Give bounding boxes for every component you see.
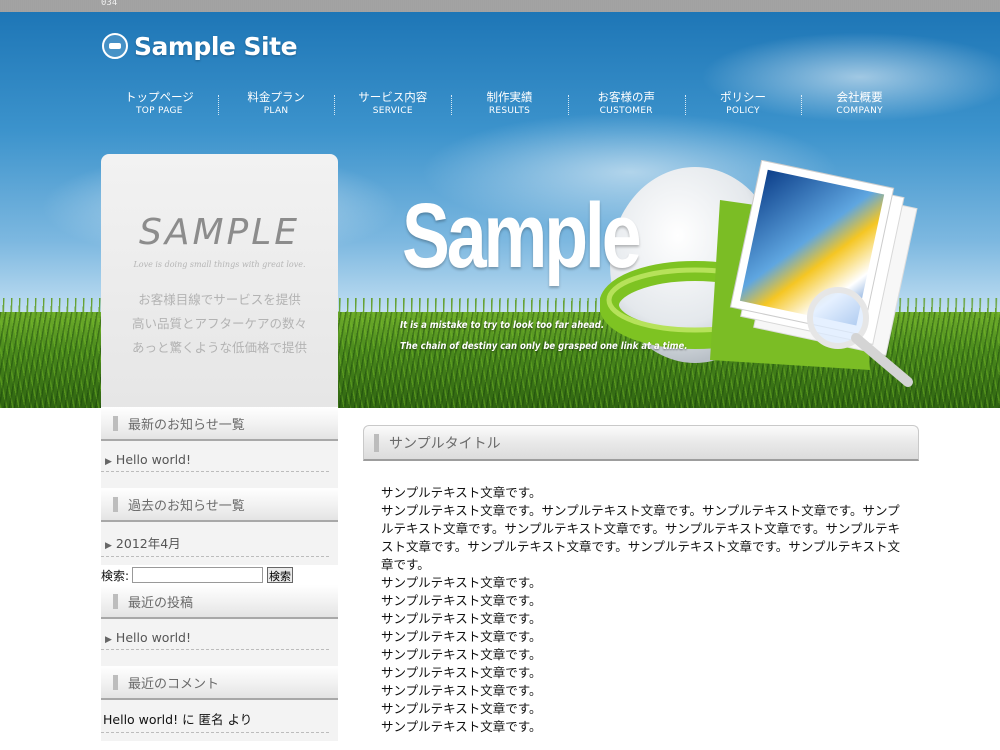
nav-item-top[interactable]: トップページ TOP PAGE xyxy=(101,89,218,121)
nav-label-en: TOP PAGE xyxy=(135,106,183,116)
heading-bar-icon xyxy=(113,674,118,690)
side-banner-title: SAMPLE xyxy=(138,212,301,253)
main-body: サンプルテキスト文章です。 サンプルテキスト文章です。サンプルテキスト文章です。… xyxy=(363,461,919,736)
nav-label-en: RESULTS xyxy=(488,106,531,116)
nav-label-jp: 料金プラン xyxy=(247,90,305,104)
body-paragraph: サンプルテキスト文章です。 xyxy=(381,575,542,590)
body-paragraph: サンプルテキスト文章です。 xyxy=(381,611,542,626)
side-banner-tagline: Love is doing small things with great lo… xyxy=(133,260,306,269)
body-paragraph: サンプルテキスト文章です。 xyxy=(381,719,542,734)
nav-label-en: COMPANY xyxy=(836,106,883,116)
news-list: ▶ Hello world! xyxy=(101,441,338,480)
hero-subtitle-line: It is a mistake to try to look too far a… xyxy=(400,320,605,331)
body-paragraph: サンプルテキスト文章です。サンプルテキスト文章です。サンプルテキスト文章です。サ… xyxy=(381,503,901,572)
nav-item-customer[interactable]: お客様の声 CUSTOMER xyxy=(567,89,685,121)
nav-label-en: POLICY xyxy=(726,106,760,116)
body-paragraph: サンプルテキスト文章です。 xyxy=(381,593,542,608)
archive-item[interactable]: ▶ 2012年4月 xyxy=(101,530,329,557)
nav-label-jp: お客様の声 xyxy=(597,90,655,104)
widget-title-recent: 最近の投稿 xyxy=(101,585,338,619)
triangle-right-icon: ▶ xyxy=(105,541,112,551)
body-paragraph: サンプルテキスト文章です。 xyxy=(381,665,542,680)
search-label: 検索: xyxy=(101,568,130,583)
comment-author: 匿名 xyxy=(198,712,224,727)
recent-posts-list: ▶ Hello world! xyxy=(101,619,338,658)
recent-comments-list: Hello world! に 匿名 より xyxy=(101,700,338,741)
comment-post-link[interactable]: Hello world! xyxy=(103,712,178,727)
nav-label-jp: 会社概要 xyxy=(836,90,883,104)
template-code: 034 xyxy=(101,0,118,8)
search-input[interactable] xyxy=(132,567,264,583)
nav-label-en: SERVICE xyxy=(372,106,413,116)
side-banner: SAMPLE Love is doing small things with g… xyxy=(101,154,338,408)
side-banner-line: あっと驚くような低価格で提供 xyxy=(131,340,307,355)
search-form: 検索: 検索 xyxy=(101,565,338,585)
sidebar: 最新のお知らせ一覧 ▶ Hello world! 過去のお知らせ一覧 ▶ 2012年… xyxy=(101,407,338,741)
news-item[interactable]: ▶ Hello world! xyxy=(101,449,329,472)
globe-photos-illustration xyxy=(600,160,918,387)
comment-sep: に xyxy=(178,712,199,727)
body-paragraph: サンプルテキスト文章です。 xyxy=(381,647,542,662)
nav-item-company[interactable]: 会社概要 COMPANY xyxy=(801,89,918,121)
top-strip: 034 xyxy=(0,0,1000,12)
site-logo[interactable]: Sample Site xyxy=(102,30,298,62)
nav-item-service[interactable]: サービス内容 SERVICE xyxy=(334,89,451,121)
main-heading-text: サンプルタイトル xyxy=(389,435,501,452)
heading-bar-icon xyxy=(113,496,118,512)
widget-title-news: 最新のお知らせ一覧 xyxy=(101,407,338,441)
nav-label-en: PLAN xyxy=(263,106,289,116)
recent-post-label: Hello world! xyxy=(115,630,192,645)
archive-item-label: 2012年4月 xyxy=(115,536,181,551)
nav-label-en: CUSTOMER xyxy=(599,106,653,116)
comment-item: Hello world! に 匿名 より xyxy=(101,706,329,733)
triangle-right-icon: ▶ xyxy=(105,635,112,645)
nav-item-plan[interactable]: 料金プラン PLAN xyxy=(217,89,335,121)
hero-subtitle: It is a mistake to try to look too far a… xyxy=(400,315,688,357)
side-banner-lines: お客様目線でサービスを提供 高い品質とアフターケアの数々 あっと驚くような低価格… xyxy=(101,288,338,360)
widget-title-text: 最新のお知らせ一覧 xyxy=(128,417,245,433)
nav-label-jp: 制作実績 xyxy=(486,90,533,104)
widget-title-text: 過去のお知らせ一覧 xyxy=(128,498,245,514)
triangle-right-icon: ▶ xyxy=(105,457,112,467)
heading-bar-icon xyxy=(113,415,118,431)
nav-label-jp: サービス内容 xyxy=(358,90,428,104)
search-button[interactable]: 検索 xyxy=(267,567,294,583)
body-paragraph: サンプルテキスト文章です。 xyxy=(381,683,542,698)
recent-post-item[interactable]: ▶ Hello world! xyxy=(101,627,329,650)
body-paragraph: サンプルテキスト文章です。 xyxy=(381,701,542,716)
comment-suffix: より xyxy=(223,712,253,727)
widget-title-text: 最近の投稿 xyxy=(128,595,194,611)
widget-title-text: 最近のコメント xyxy=(128,676,220,692)
side-banner-line: お客様目線でサービスを提供 xyxy=(138,292,301,307)
news-item-label: Hello world! xyxy=(115,452,192,467)
nav-label-jp: ポリシー xyxy=(719,90,766,104)
nav-label-jp: トップページ xyxy=(124,90,194,104)
body-paragraph: サンプルテキスト文章です。 xyxy=(381,485,542,500)
global-nav: トップページ TOP PAGE 料金プラン PLAN サービス内容 SERVIC… xyxy=(101,89,918,121)
seal-icon xyxy=(102,33,128,59)
nav-item-policy[interactable]: ポリシー POLICY xyxy=(684,89,802,121)
main-content: サンプルタイトル サンプルテキスト文章です。 サンプルテキスト文章です。サンプル… xyxy=(363,425,919,736)
body-paragraph: サンプルテキスト文章です。 xyxy=(381,629,542,644)
site-title: Sample Site xyxy=(134,31,298,61)
hero-subtitle-line: The chain of destiny can only be grasped… xyxy=(400,341,688,352)
heading-bar-icon xyxy=(374,433,379,452)
widget-title-archive: 過去のお知らせ一覧 xyxy=(101,488,338,522)
side-banner-line: 高い品質とアフターケアの数々 xyxy=(131,316,307,331)
hero-title: Sample xyxy=(402,185,642,287)
archive-list: ▶ 2012年4月 xyxy=(101,522,338,565)
heading-bar-icon xyxy=(113,593,118,609)
nav-item-results[interactable]: 制作実績 RESULTS xyxy=(451,89,568,121)
widget-title-comments: 最近のコメント xyxy=(101,666,338,700)
main-heading: サンプルタイトル xyxy=(363,425,919,461)
